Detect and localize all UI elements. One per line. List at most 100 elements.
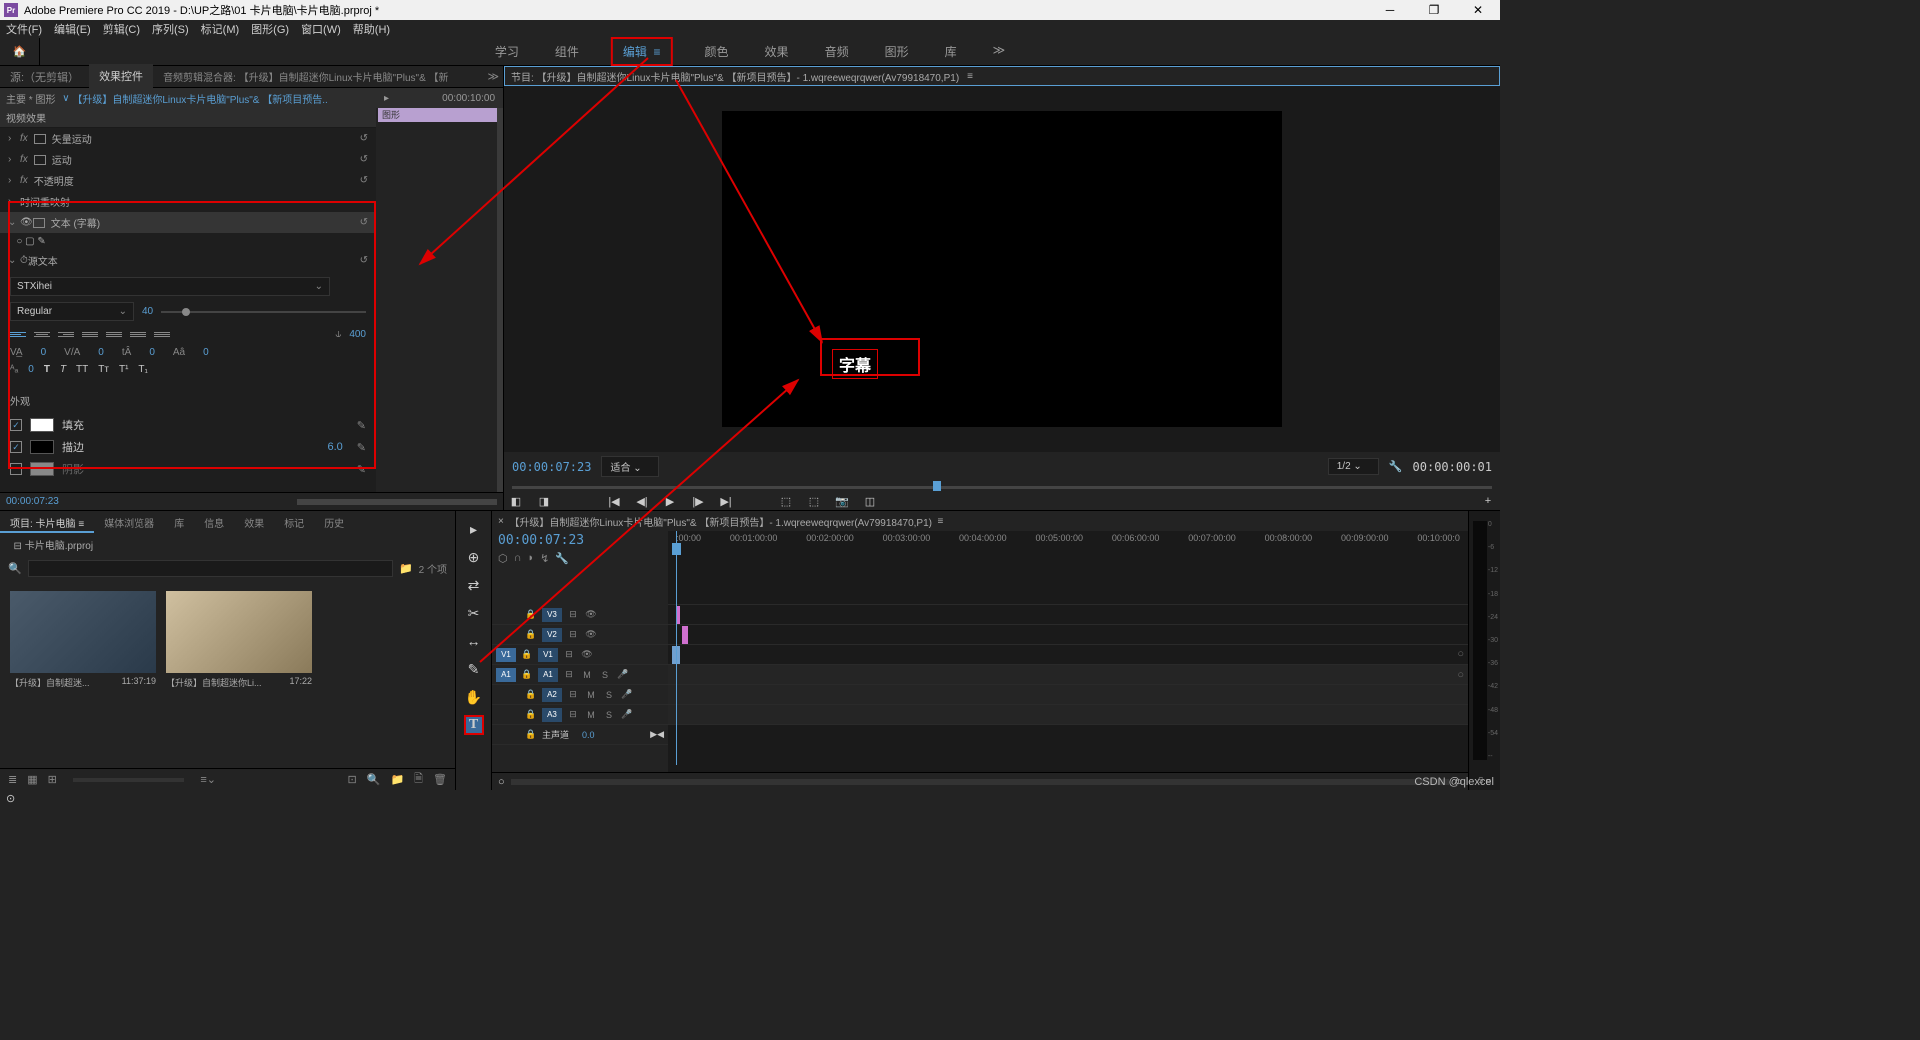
track-v2-header[interactable]: 🔒V2⊟👁 xyxy=(492,625,668,645)
minimize-button[interactable]: ─ xyxy=(1368,0,1412,20)
mark-in-icon[interactable]: ◧ xyxy=(508,493,524,509)
timeline-timecode[interactable]: 00:00:07:23 xyxy=(492,531,668,550)
font-weight-dropdown[interactable]: Regular⌄ xyxy=(10,302,134,321)
stroke-color[interactable] xyxy=(30,440,54,454)
shadow-color[interactable] xyxy=(30,462,54,476)
wk-editing[interactable]: 编辑 ≡ xyxy=(611,37,673,66)
ec-zoom-scrollbar[interactable] xyxy=(297,499,497,505)
track-a3-header[interactable]: 🔒A3⊟MS🎤 xyxy=(492,705,668,725)
ec-text-masks[interactable]: ○ ▢ ✎ xyxy=(0,233,376,250)
baseline-shift[interactable]: 0 xyxy=(28,364,34,375)
menu-graphics[interactable]: 图形(G) xyxy=(251,21,289,37)
type-tool[interactable]: T xyxy=(464,715,484,735)
align-center[interactable] xyxy=(34,327,50,341)
timeline-tracks[interactable]: ○ ○ xyxy=(668,565,1468,772)
tracking2[interactable]: 0 xyxy=(98,347,104,358)
kerning[interactable]: 400 xyxy=(349,329,366,340)
tab-media-browser[interactable]: 媒体浏览器 xyxy=(94,511,164,533)
subscript[interactable]: T₁ xyxy=(138,364,147,375)
maximize-button[interactable]: ❐ xyxy=(1412,0,1456,20)
razor-tool[interactable]: ✂ xyxy=(464,603,484,623)
menu-file[interactable]: 文件(F) xyxy=(6,21,42,37)
tracking[interactable]: 0 xyxy=(41,347,47,358)
leading2[interactable]: 0 xyxy=(203,347,209,358)
play-icon[interactable]: ▶ xyxy=(662,493,678,509)
tl-zoom-scrollbar[interactable] xyxy=(511,779,1450,785)
project-item[interactable]: 【升级】自制超迷你Li...17:22 xyxy=(166,591,312,689)
menu-help[interactable]: 帮助(H) xyxy=(353,21,390,37)
align-justify-last-left[interactable] xyxy=(82,327,98,341)
leading[interactable]: 0 xyxy=(149,347,155,358)
menu-marker[interactable]: 标记(M) xyxy=(201,21,240,37)
panel-close[interactable]: ≫ xyxy=(487,70,499,83)
new-item-icon[interactable]: 🗎 xyxy=(414,770,423,789)
menu-sequence[interactable]: 序列(S) xyxy=(152,21,189,37)
subtitle-text[interactable]: 字幕 xyxy=(832,349,878,379)
linked-sel-icon[interactable]: ∩ xyxy=(514,552,522,565)
wk-audio[interactable]: 音频 xyxy=(821,37,853,66)
track-v1-header[interactable]: V1🔒V1⊟👁 xyxy=(492,645,668,665)
tab-info[interactable]: 信息 xyxy=(194,511,234,533)
selection-tool[interactable]: ▸ xyxy=(464,519,484,539)
export-frame-icon[interactable]: 📷 xyxy=(834,493,850,509)
freeform-view-icon[interactable]: ⊞ xyxy=(48,773,57,786)
menu-window[interactable]: 窗口(W) xyxy=(301,21,341,37)
ec-row-transform[interactable]: ›fx运动↺ xyxy=(0,149,376,170)
ec-row-text[interactable]: ⌄👁 文本 (字幕)↺ xyxy=(0,212,376,233)
track-v3-header[interactable]: 🔒V3⊟👁 xyxy=(492,605,668,625)
automate-icon[interactable]: ⊡ xyxy=(348,773,357,786)
tab-source[interactable]: 源:（无剪辑） xyxy=(0,65,89,89)
thumb-size-slider[interactable] xyxy=(73,778,185,782)
wk-more[interactable]: ≫ xyxy=(989,37,1010,66)
font-size-slider[interactable] xyxy=(161,311,366,313)
track-master-header[interactable]: 🔒主声道 0.0▶◀ xyxy=(492,725,668,745)
project-search[interactable] xyxy=(28,560,393,577)
playhead[interactable] xyxy=(676,531,677,765)
program-monitor[interactable]: 字幕 xyxy=(504,86,1500,452)
settings-icon[interactable]: ↯ xyxy=(540,552,549,565)
align-justify-last-right[interactable] xyxy=(130,327,146,341)
wrench-icon[interactable]: 🔧 xyxy=(555,552,569,565)
ec-row-remap[interactable]: ›时间重映射 xyxy=(0,191,376,212)
align-left[interactable] xyxy=(10,327,26,341)
resolution-dropdown[interactable]: 1/2 ⌄ xyxy=(1328,458,1379,475)
align-right[interactable] xyxy=(58,327,74,341)
font-size[interactable]: 40 xyxy=(142,306,153,317)
wk-libraries[interactable]: 库 xyxy=(941,37,961,66)
sort-icon[interactable]: ≡⌄ xyxy=(200,773,216,786)
step-back-icon[interactable]: ◀| xyxy=(634,493,650,509)
icon-view-icon[interactable]: ▦ xyxy=(27,773,37,786)
tab-history[interactable]: 历史 xyxy=(314,511,354,533)
small-caps[interactable]: Tт xyxy=(98,364,109,375)
fill-checkbox[interactable]: ✓ xyxy=(10,419,22,431)
track-a1-header[interactable]: A1🔒A1⊟MS🎤 xyxy=(492,665,668,685)
program-timecode[interactable]: 00:00:07:23 xyxy=(512,460,591,474)
superscript[interactable]: T¹ xyxy=(119,364,128,375)
track-select-tool[interactable]: ⊕ xyxy=(464,547,484,567)
find-icon[interactable]: 🔍 xyxy=(367,773,381,786)
menu-clip[interactable]: 剪辑(C) xyxy=(103,21,140,37)
ec-row-opacity[interactable]: ›fx不透明度↺ xyxy=(0,170,376,191)
clip[interactable] xyxy=(682,626,688,644)
hand-tool[interactable]: ✋ xyxy=(464,687,484,707)
close-button[interactable]: ✕ xyxy=(1456,0,1500,20)
zoom-fit-dropdown[interactable]: 适合 ⌄ xyxy=(601,456,658,477)
shadow-eyedropper-icon[interactable]: ✎ xyxy=(357,463,366,476)
wk-color[interactable]: 颜色 xyxy=(701,37,733,66)
ripple-tool[interactable]: ⇄ xyxy=(464,575,484,595)
tl-resize-icon[interactable]: ○ xyxy=(498,776,505,788)
faux-italic[interactable]: T xyxy=(60,364,66,375)
mark-out-icon[interactable]: ◨ xyxy=(536,493,552,509)
fill-eyedropper-icon[interactable]: ✎ xyxy=(357,419,366,432)
wk-assembly[interactable]: 组件 xyxy=(551,37,583,66)
program-scrubber[interactable] xyxy=(512,481,1492,489)
delete-icon[interactable]: 🗑 xyxy=(433,773,447,786)
ec-scrollbar[interactable] xyxy=(497,108,503,492)
go-to-out-icon[interactable]: ▶| xyxy=(718,493,734,509)
font-family-dropdown[interactable]: STXihei⌄ xyxy=(10,277,330,296)
tab-effects[interactable]: 效果 xyxy=(234,511,274,533)
stroke-width[interactable]: 6.0 xyxy=(327,441,342,453)
all-caps[interactable]: TT xyxy=(76,364,88,375)
home-button[interactable]: 🏠 xyxy=(0,38,40,66)
tab-effect-controls[interactable]: 效果控件 xyxy=(89,64,153,90)
